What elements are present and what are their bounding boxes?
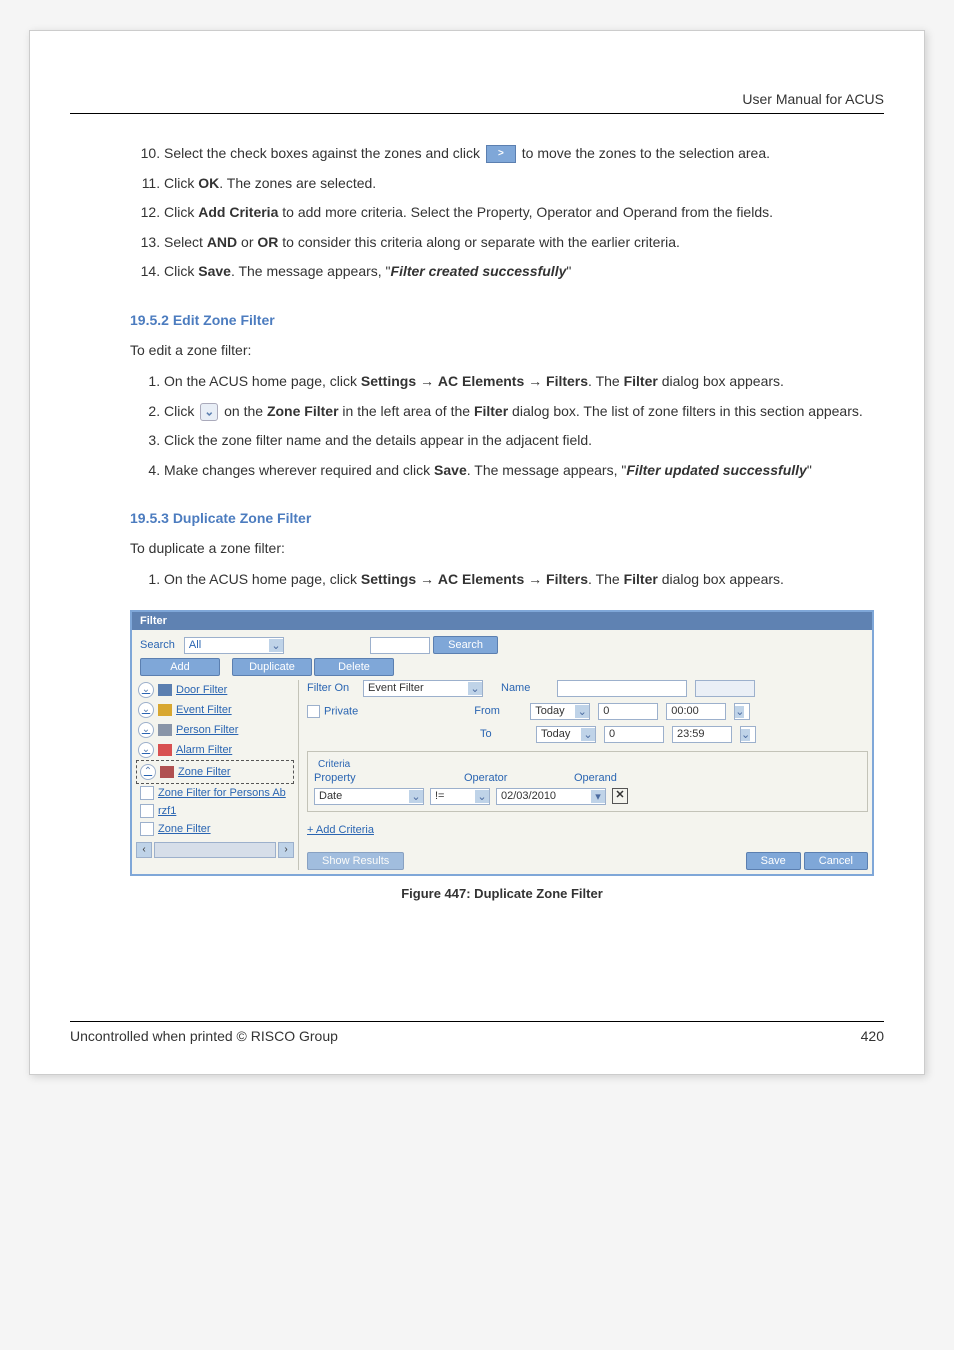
expand-icon[interactable]: ⌄ (138, 702, 154, 718)
delete-criteria-button[interactable]: ✕ (612, 788, 628, 804)
operator-header: Operator (464, 772, 544, 784)
chevron-down-icon: ⌄ (269, 639, 283, 652)
figure-caption: Figure 447: Duplicate Zone Filter (130, 886, 874, 901)
duplicate-button[interactable]: Duplicate (232, 658, 312, 676)
expand-icon[interactable]: ⌄ (138, 722, 154, 738)
name-aux[interactable] (695, 680, 755, 697)
horizontal-scrollbar[interactable]: ‹ › (136, 842, 294, 858)
save-button[interactable]: Save (746, 852, 801, 870)
checkbox[interactable] (140, 822, 154, 836)
step-12: Click Add Criteria to add more criteria.… (164, 203, 874, 223)
private-checkbox[interactable]: Private (307, 705, 358, 718)
filter-dialog: Filter Search All⌄ Search Add Duplicate … (130, 610, 874, 876)
section-19-5-2-intro: To edit a zone filter: (130, 342, 874, 358)
page-number: 420 (861, 1028, 884, 1044)
move-right-icon (486, 145, 516, 163)
tree-sub-zone-filter[interactable]: Zone Filter (136, 820, 294, 838)
event-icon (158, 704, 172, 716)
section-19-5-2-heading: 19.5.2 Edit Zone Filter (130, 312, 874, 328)
edit-step-1: On the ACUS home page, click Settings → … (164, 372, 874, 392)
chevron-down-icon: ⌄ (468, 682, 482, 695)
chevron-down-icon: ⌄ (575, 705, 589, 718)
dialog-search-bar: Search All⌄ Search (132, 630, 872, 654)
tree-sub-zone-persons[interactable]: Zone Filter for Persons Ab (136, 784, 294, 802)
cancel-button[interactable]: Cancel (804, 852, 868, 870)
edit-step-2: Click on the Zone Filter in the left are… (164, 402, 874, 422)
from-label: From (474, 705, 522, 717)
delete-button[interactable]: Delete (314, 658, 394, 676)
to-time-dd[interactable]: ⌄ (740, 726, 756, 743)
expand-icon[interactable]: ⌄ (138, 742, 154, 758)
step-10: Select the check boxes against the zones… (164, 144, 874, 164)
from-select[interactable]: Today⌄ (530, 703, 590, 720)
footer-left: Uncontrolled when printed © RISCO Group (70, 1028, 338, 1044)
chevron-down-icon: ⌄ (735, 706, 744, 718)
criteria-legend: Criteria (314, 759, 354, 770)
tree-item-event-filter[interactable]: ⌄ Event Filter (136, 700, 294, 720)
to-label: To (480, 728, 528, 740)
tree-item-door-filter[interactable]: ⌄ Door Filter (136, 680, 294, 700)
to-select[interactable]: Today⌄ (536, 726, 596, 743)
page-header: User Manual for ACUS (70, 91, 884, 114)
criteria-operand-select[interactable]: 02/03/2010▾ (496, 788, 606, 805)
chevron-down-icon: ⌄ (581, 728, 595, 741)
to-num-input[interactable]: 0 (604, 726, 664, 743)
filter-on-select[interactable]: Event Filter⌄ (363, 680, 483, 697)
scroll-right-icon[interactable]: › (278, 842, 294, 858)
step-11: Click OK. The zones are selected. (164, 174, 874, 194)
section-19-5-3-heading: 19.5.3 Duplicate Zone Filter (130, 510, 874, 526)
from-time-input[interactable]: 00:00 (666, 703, 726, 720)
dup-step-1: On the ACUS home page, click Settings → … (164, 570, 874, 590)
to-time-input[interactable]: 23:59 (672, 726, 732, 743)
filter-tree: ⌄ Door Filter ⌄ Event Filter ⌄ Person Fi… (136, 680, 299, 870)
criteria-box: Criteria Property Operator Operand Date⌄… (307, 751, 868, 812)
filter-on-label: Filter On (307, 682, 355, 694)
chevron-down-icon: ⌄ (475, 790, 489, 803)
from-time-dd[interactable]: ⌄ (734, 703, 750, 720)
search-select[interactable]: All⌄ (184, 637, 284, 654)
expand-icon[interactable]: ⌄ (138, 682, 154, 698)
name-input[interactable] (557, 680, 687, 697)
edit-step-4: Make changes wherever required and click… (164, 461, 874, 481)
edit-step-3: Click the zone filter name and the detai… (164, 431, 874, 451)
show-results-button[interactable]: Show Results (307, 852, 404, 870)
from-num-input[interactable]: 0 (598, 703, 658, 720)
search-label: Search (140, 639, 175, 651)
tree-item-person-filter[interactable]: ⌄ Person Filter (136, 720, 294, 740)
tree-item-zone-filter[interactable]: ⌃ Zone Filter (138, 762, 292, 782)
property-header: Property (314, 772, 434, 784)
chevron-down-icon: ⌄ (409, 790, 423, 803)
search-button[interactable]: Search (433, 636, 498, 654)
checkbox[interactable] (140, 804, 154, 818)
chevron-down-icon: ⌄ (741, 729, 750, 741)
criteria-operator-select[interactable]: !=⌄ (430, 788, 490, 805)
step-14: Click Save. The message appears, "Filter… (164, 262, 874, 282)
person-icon (158, 724, 172, 736)
chevron-down-icon: ▾ (591, 790, 605, 803)
scroll-left-icon[interactable]: ‹ (136, 842, 152, 858)
expand-icon (200, 403, 218, 421)
add-criteria-link[interactable]: + Add Criteria (307, 824, 374, 836)
door-icon (158, 684, 172, 696)
section-19-5-3-intro: To duplicate a zone filter: (130, 540, 874, 556)
collapse-icon[interactable]: ⌃ (140, 764, 156, 780)
operand-header: Operand (574, 772, 617, 784)
step-13: Select AND or OR to consider this criter… (164, 233, 874, 253)
checkbox[interactable] (140, 786, 154, 800)
zone-icon (160, 766, 174, 778)
add-button[interactable]: Add (140, 658, 220, 676)
search-input[interactable] (370, 637, 430, 654)
tree-sub-rzf1[interactable]: rzf1 (136, 802, 294, 820)
alarm-icon (158, 744, 172, 756)
name-label: Name (501, 682, 549, 694)
dialog-title: Filter (132, 612, 872, 630)
tree-item-alarm-filter[interactable]: ⌄ Alarm Filter (136, 740, 294, 760)
criteria-property-select[interactable]: Date⌄ (314, 788, 424, 805)
